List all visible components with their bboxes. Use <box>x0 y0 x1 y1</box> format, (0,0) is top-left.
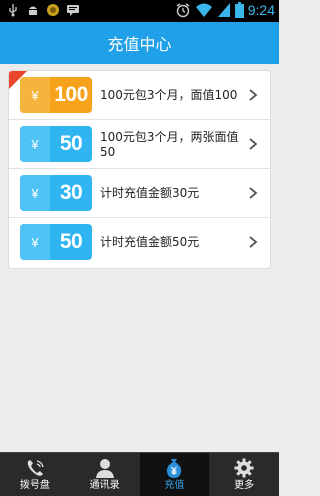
amount-badge: ¥ 30 <box>20 175 92 211</box>
currency-symbol: ¥ <box>20 126 50 162</box>
bottom-tab-bar: 拨号盘 通讯录 充值 更多 <box>0 452 279 496</box>
status-bar: 9:24 <box>0 0 279 22</box>
title-bar: 充值中心 <box>0 22 279 64</box>
option-description: 100元包3个月，面值100 <box>100 88 238 102</box>
recharge-option-50-timed[interactable]: ¥ 50 计时充值金额50元 <box>9 218 270 267</box>
clock-time: 9:24 <box>247 2 275 18</box>
currency-symbol: ¥ <box>20 224 50 260</box>
amount-badge: ¥ 100 <box>20 77 92 113</box>
notification-icons <box>6 3 80 17</box>
chevron-right-icon <box>249 89 258 101</box>
gear-icon <box>234 458 254 478</box>
system-icons: 9:24 <box>175 2 275 18</box>
amount-value: 30 <box>59 181 83 204</box>
amount-badge: ¥ 50 <box>20 224 92 260</box>
message-icon <box>67 5 79 16</box>
option-description: 计时充值金额30元 <box>100 186 200 200</box>
recharge-option-30[interactable]: ¥ 30 计时充值金额30元 <box>9 169 270 218</box>
amount-value: 50 <box>59 132 83 155</box>
contacts-icon <box>95 459 114 478</box>
signal-icon <box>217 3 230 17</box>
currency-symbol: ¥ <box>20 175 50 211</box>
phone-icon <box>27 460 44 476</box>
android-debug-icon <box>29 6 37 15</box>
chevron-right-icon <box>249 236 258 248</box>
recommend-tag-icon <box>9 71 27 89</box>
tab-dialpad[interactable]: 拨号盘 <box>0 453 70 496</box>
battery-icon <box>234 2 244 18</box>
recharge-options-list: ¥ 100 100元包3个月，面值100 ¥ 50 100元包3个月，两张面值5… <box>8 70 271 269</box>
page-title: 充值中心 <box>107 37 172 54</box>
amount-value: 100 <box>54 83 88 106</box>
chevron-right-icon <box>249 187 258 199</box>
recharge-option-100[interactable]: ¥ 100 100元包3个月，面值100 <box>9 71 270 120</box>
tab-more[interactable]: 更多 <box>209 453 279 496</box>
alarm-icon <box>176 3 190 18</box>
money-bag-icon <box>167 459 182 478</box>
wifi-icon <box>195 3 212 17</box>
gingerbread-app-icon <box>47 4 59 16</box>
recharge-option-50-package[interactable]: ¥ 50 100元包3个月，两张面值50 <box>9 120 270 169</box>
tab-recharge[interactable]: 充值 <box>139 453 210 496</box>
amount-value: 50 <box>59 230 83 253</box>
option-description: 计时充值金额50元 <box>100 235 200 249</box>
tab-contacts[interactable]: 通讯录 <box>70 453 140 496</box>
usb-icon <box>9 4 17 17</box>
amount-badge: ¥ 50 <box>20 126 92 162</box>
chevron-right-icon <box>249 138 258 150</box>
option-description: 100元包3个月，两张面值50 <box>100 129 239 159</box>
